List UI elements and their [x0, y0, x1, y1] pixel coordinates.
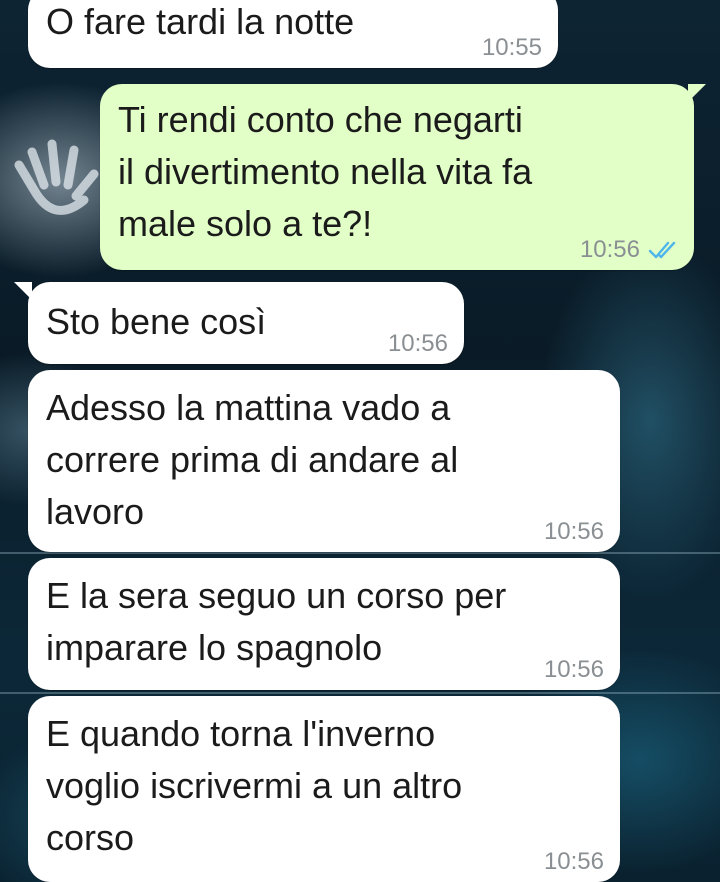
wallpaper-stripe: [0, 552, 720, 554]
message-bubble-incoming[interactable]: E quando torna l'inverno voglio iscriver…: [28, 696, 620, 882]
message-meta: 10:56: [544, 518, 604, 546]
message-bubble-incoming[interactable]: O fare tardi la notte 10:55: [28, 0, 558, 68]
message-timestamp: 10:56: [387, 330, 448, 357]
message-meta: 10:55: [482, 34, 542, 62]
message-bubble-incoming[interactable]: Sto bene così 10:56: [28, 282, 464, 364]
wallpaper-hand-decoration: [14, 139, 99, 215]
message-timestamp: 10:56: [579, 236, 640, 263]
message-meta: 10:56: [544, 848, 604, 876]
message-timestamp: 10:56: [543, 518, 604, 545]
message-bubble-incoming[interactable]: E la sera seguo un corso per imparare lo…: [28, 558, 620, 690]
message-meta: 10:56: [580, 236, 678, 264]
message-bubble-outgoing[interactable]: Ti rendi conto che negarti il divertimen…: [100, 84, 694, 270]
message-timestamp: 10:56: [543, 656, 604, 683]
message-meta: 10:56: [388, 330, 448, 358]
message-meta: 10:56: [544, 656, 604, 684]
message-timestamp: 10:55: [481, 34, 542, 61]
message-text: E quando torna l'inverno voglio iscriver…: [46, 713, 463, 858]
message-text: Adesso la mattina vado a correre prima d…: [46, 387, 459, 532]
wallpaper-stripe: [0, 692, 720, 694]
double-check-icon: [648, 241, 676, 259]
message-bubble-incoming[interactable]: Adesso la mattina vado a correre prima d…: [28, 370, 620, 552]
message-timestamp: 10:56: [543, 848, 604, 875]
message-text: O fare tardi la notte: [46, 1, 355, 42]
message-text: Sto bene così: [46, 301, 267, 342]
message-text: Ti rendi conto che negarti il divertimen…: [118, 99, 533, 244]
message-text: E la sera seguo un corso per imparare lo…: [46, 575, 507, 668]
